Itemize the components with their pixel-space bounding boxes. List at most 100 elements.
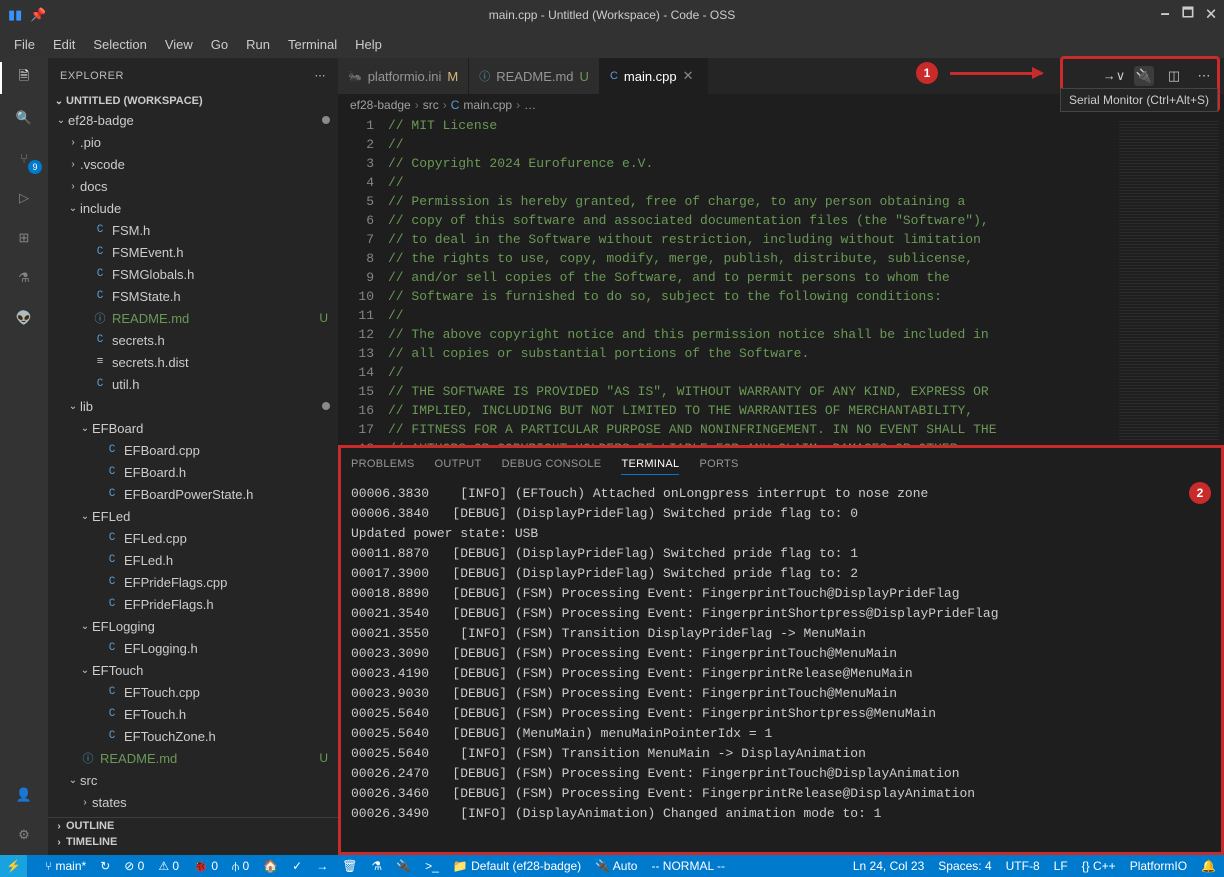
panel-tab-problems[interactable]: PROBLEMS [351, 454, 415, 474]
env-status[interactable]: 📁 Default (ef28-badge) [453, 859, 581, 873]
errors-status[interactable]: ⊘ 0 [124, 859, 144, 873]
ports-status[interactable]: ⫛ 0 [232, 859, 249, 874]
tab-main.cpp[interactable]: Cmain.cpp✕ [600, 58, 708, 94]
run-last-icon[interactable]: →∨ [1104, 66, 1124, 86]
file-EFTouch.h[interactable]: CEFTouch.h [48, 703, 338, 725]
menu-bar: FileEditSelectionViewGoRunTerminalHelp [0, 30, 1224, 58]
warnings-status[interactable]: ⚠ 0 [158, 859, 179, 873]
panel-tab-output[interactable]: OUTPUT [435, 454, 482, 474]
eol-status[interactable]: LF [1054, 859, 1068, 873]
file-readme-root[interactable]: ⓘREADME.mdU [48, 747, 338, 769]
upload-icon[interactable]: → [316, 859, 328, 873]
menu-help[interactable]: Help [347, 35, 390, 54]
panel-tab-debug console[interactable]: DEBUG CONSOLE [502, 454, 602, 474]
explorer-icon[interactable]: 🗎 [12, 66, 36, 90]
folder-lib[interactable]: ⌄lib [48, 395, 338, 417]
minimap[interactable] [1114, 116, 1224, 445]
folder-EFLogging[interactable]: ⌄EFLogging [48, 615, 338, 637]
file-EFTouch.cpp[interactable]: CEFTouch.cpp [48, 681, 338, 703]
test-icon[interactable]: ⚗ [371, 859, 382, 873]
file-secrets.h.dist[interactable]: ≡secrets.h.dist [48, 351, 338, 373]
account-icon[interactable]: 👤 [12, 783, 36, 807]
menu-edit[interactable]: Edit [45, 35, 83, 54]
encoding-status[interactable]: UTF-8 [1006, 859, 1040, 873]
folder-.pio[interactable]: ›.pio [48, 131, 338, 153]
outline-section[interactable]: ›OUTLINE [48, 817, 338, 834]
more-icon[interactable]: ⋯ [315, 69, 327, 82]
platformio-icon[interactable]: 👽 [12, 306, 36, 330]
file-EFLed.cpp[interactable]: CEFLed.cpp [48, 527, 338, 549]
file-util.h[interactable]: Cutil.h [48, 373, 338, 395]
menu-file[interactable]: File [6, 35, 43, 54]
folder-EFLed[interactable]: ⌄EFLed [48, 505, 338, 527]
pin-icon[interactable]: 📌 [30, 7, 46, 23]
menu-run[interactable]: Run [238, 35, 278, 54]
file-EFBoardPowerState.h[interactable]: CEFBoardPowerState.h [48, 483, 338, 505]
file-FSM.h[interactable]: CFSM.h [48, 219, 338, 241]
folder-EFTouch[interactable]: ⌄EFTouch [48, 659, 338, 681]
sync-status[interactable]: ↻ [100, 859, 110, 873]
clean-icon[interactable]: 🗑 [342, 859, 357, 873]
file-EFLogging.h[interactable]: CEFLogging.h [48, 637, 338, 659]
menu-terminal[interactable]: Terminal [280, 35, 345, 54]
panel-tab-terminal[interactable]: TERMINAL [621, 454, 679, 475]
cursor-position[interactable]: Ln 24, Col 23 [853, 859, 924, 873]
file-EFPrideFlags.h[interactable]: CEFPrideFlags.h [48, 593, 338, 615]
close-icon[interactable]: 🗙 [1206, 4, 1216, 26]
extensions-icon[interactable]: ⊞ [12, 226, 36, 250]
remote-icon[interactable]: ⚡ [0, 855, 27, 877]
file-EFBoard.cpp[interactable]: CEFBoard.cpp [48, 439, 338, 461]
testing-icon[interactable]: ⚗ [12, 266, 36, 290]
monitor-icon[interactable]: 🔌 [396, 859, 411, 873]
menu-view[interactable]: View [157, 35, 201, 54]
tab-platformio.ini[interactable]: 🐜platformio.iniM [338, 58, 469, 94]
port-auto[interactable]: 🔌 Auto [595, 859, 637, 873]
file-README.md[interactable]: ⓘREADME.mdU [48, 307, 338, 329]
folder-src[interactable]: ⌄src [48, 769, 338, 791]
file-FSMEvent.h[interactable]: CFSMEvent.h [48, 241, 338, 263]
code-editor[interactable]: 123456789101112131415161718 // MIT Licen… [338, 116, 1224, 445]
timeline-section[interactable]: ›TIMELINE [48, 834, 338, 850]
menu-selection[interactable]: Selection [85, 35, 154, 54]
file-FSMGlobals.h[interactable]: CFSMGlobals.h [48, 263, 338, 285]
debug-icon[interactable]: ▷ [12, 186, 36, 210]
terminal-panel: + ∨ ⋯ ^ ✕ PROBLEMSOUTPUTDEBUG CONSOLETER… [338, 445, 1224, 855]
scm-icon[interactable]: ⑂9 [12, 146, 36, 170]
bugs-status[interactable]: 🐞 0 [193, 859, 218, 873]
file-EFPrideFlags.cpp[interactable]: CEFPrideFlags.cpp [48, 571, 338, 593]
code-content[interactable]: // MIT License // // Copyright 2024 Euro… [388, 116, 1114, 445]
notifications-icon[interactable]: 🔔 [1201, 859, 1216, 873]
minimize-icon[interactable]: 🗕 [1161, 4, 1170, 26]
project-folder[interactable]: ⌄ef28-badge [48, 109, 338, 131]
folder-states[interactable]: ›states [48, 791, 338, 813]
callout-1: 1 [916, 62, 938, 84]
menu-go[interactable]: Go [203, 35, 236, 54]
file-FSMState.h[interactable]: CFSMState.h [48, 285, 338, 307]
folder-EFBoard[interactable]: ⌄EFBoard [48, 417, 338, 439]
folder-docs[interactable]: ›docs [48, 175, 338, 197]
file-EFBoard.h[interactable]: CEFBoard.h [48, 461, 338, 483]
terminal-output[interactable]: 00006.3830 [INFO] (EFTouch) Attached onL… [341, 480, 1221, 852]
maximize-icon[interactable]: 🗖 [1182, 4, 1194, 26]
home-icon[interactable]: 🏠 [263, 859, 278, 873]
file-EFTouchZone.h[interactable]: CEFTouchZone.h [48, 725, 338, 747]
panel-tab-ports[interactable]: PORTS [699, 454, 738, 474]
folder-.vscode[interactable]: ›.vscode [48, 153, 338, 175]
close-tab-icon[interactable]: ✕ [683, 68, 697, 84]
split-editor-icon[interactable]: ◫ [1164, 66, 1184, 86]
indent-status[interactable]: Spaces: 4 [938, 859, 991, 873]
platformio-status[interactable]: PlatformIO [1130, 859, 1187, 873]
search-icon[interactable]: 🔍 [12, 106, 36, 130]
language-status[interactable]: {} C++ [1082, 859, 1116, 873]
terminal-icon[interactable]: >_ [425, 859, 439, 873]
settings-icon[interactable]: ⚙ [12, 823, 36, 847]
branch-status[interactable]: ⑂ main* [45, 859, 86, 873]
folder-include[interactable]: ⌄include [48, 197, 338, 219]
file-EFLed.h[interactable]: CEFLed.h [48, 549, 338, 571]
serial-monitor-icon[interactable]: 🔌 [1134, 66, 1154, 86]
workspace-section[interactable]: ⌄UNTITLED (WORKSPACE) [48, 93, 338, 109]
more-actions-icon[interactable]: ⋯ [1194, 66, 1214, 86]
build-icon[interactable]: ✓ [292, 859, 302, 873]
tab-README.md[interactable]: ⓘREADME.mdU [469, 58, 600, 94]
file-secrets.h[interactable]: Csecrets.h [48, 329, 338, 351]
